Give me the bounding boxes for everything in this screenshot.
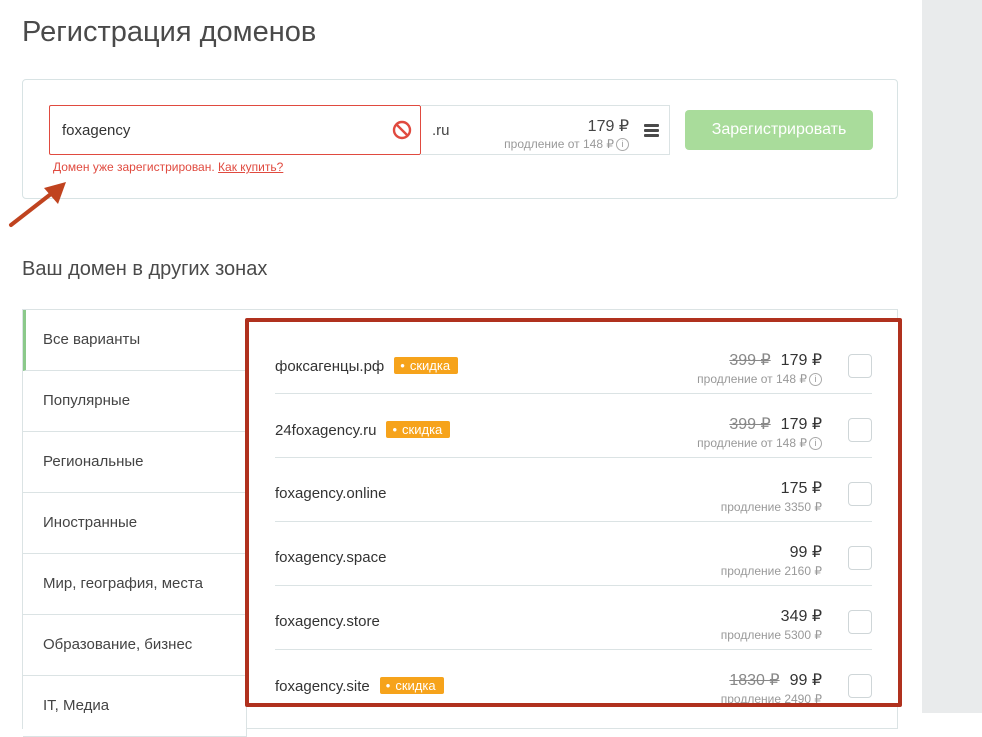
page-title: Регистрация доменов (22, 16, 317, 48)
discount-badge: скидка (386, 421, 451, 438)
price: 179 ₽ (780, 416, 822, 433)
category-item-foreign[interactable]: Иностранные (23, 493, 247, 554)
select-checkbox[interactable] (848, 354, 872, 378)
price-block: 399 ₽ 179 ₽ продление от 148 ₽ i (697, 350, 822, 387)
result-row: фоксагенцы.рфскидка 399 ₽ 179 ₽ продление… (275, 330, 872, 394)
category-item-it-media[interactable]: IT, Медиа (23, 676, 247, 737)
category-item-popular[interactable]: Популярные (23, 371, 247, 432)
price-block: 99 ₽ продление 2160 ₽ (721, 542, 822, 578)
annotation-arrow (9, 182, 66, 227)
domain-input-wrapper (49, 105, 421, 155)
price: 175 ₽ (780, 480, 822, 497)
menu-icon[interactable] (644, 124, 659, 138)
domain-name: foxagency.siteскидка (275, 677, 444, 695)
zone-renewal-price: продление от 148 ₽ i (504, 137, 629, 152)
domain-name: 24foxagency.ruскидка (275, 421, 451, 439)
register-button[interactable]: Зарегистрировать (685, 110, 873, 150)
domain-search-card: .ru 179 ₽ продление от 148 ₽i Зарегистри… (22, 79, 898, 199)
result-row: foxagency.online 175 ₽ продление 3350 ₽ (275, 458, 872, 522)
price: 349 ₽ (780, 608, 822, 625)
right-side-panel (922, 0, 982, 713)
price: 99 ₽ (789, 672, 822, 689)
domain-name: foxagency.store (275, 613, 380, 630)
info-icon[interactable]: i (809, 373, 822, 387)
info-icon[interactable]: i (809, 437, 822, 451)
old-price: 399 ₽ (729, 352, 771, 369)
renewal-price: продление от 148 ₽ (697, 436, 807, 450)
blocked-icon (392, 120, 412, 140)
category-item-geography[interactable]: Мир, география, места (23, 554, 247, 615)
price-block: 175 ₽ продление 3350 ₽ (721, 478, 822, 514)
zone-selector[interactable]: .ru 179 ₽ продление от 148 ₽ i (420, 105, 670, 155)
select-checkbox[interactable] (848, 482, 872, 506)
renewal-price: продление от 148 ₽ (697, 372, 807, 386)
select-checkbox[interactable] (848, 610, 872, 634)
category-item-all[interactable]: Все варианты (23, 310, 247, 371)
select-checkbox[interactable] (848, 418, 872, 442)
category-list: Все варианты Популярные Региональные Ино… (23, 310, 247, 737)
price: 179 ₽ (780, 352, 822, 369)
domain-search-input[interactable] (62, 106, 382, 154)
result-row: foxagency.siteскидка 1830 ₽ 99 ₽ продлени… (275, 650, 872, 706)
how-to-buy-link[interactable]: Как купить? (218, 160, 283, 174)
domain-name: фоксагенцы.рфскидка (275, 357, 459, 375)
section-title: Ваш домен в других зонах (22, 258, 268, 280)
price-block: 1830 ₽ 99 ₽ продление 2490 ₽ (720, 670, 822, 706)
renewal-price: продление 2160 ₽ (720, 564, 822, 578)
domain-name: foxagency.online (275, 485, 387, 502)
discount-badge: скидка (394, 357, 459, 374)
price-block: 349 ₽ продление 5300 ₽ (721, 606, 822, 642)
renewal-price: продление 2490 ₽ (720, 692, 822, 706)
old-price: 1830 ₽ (729, 672, 780, 689)
discount-badge: скидка (379, 677, 444, 694)
select-checkbox[interactable] (848, 546, 872, 570)
result-row: 24foxagency.ruскидка 399 ₽ 179 ₽ продлени… (275, 394, 872, 458)
result-row: foxagency.space 99 ₽ продление 2160 ₽ (275, 522, 872, 586)
domain-name: foxagency.space (275, 549, 387, 566)
price: 99 ₽ (789, 544, 822, 561)
domain-results-list: фоксагенцы.рфскидка 399 ₽ 179 ₽ продление… (245, 318, 902, 707)
old-price: 399 ₽ (729, 416, 771, 433)
category-item-education-business[interactable]: Образование, бизнес (23, 615, 247, 676)
error-text: Домен уже зарегистрирован. (53, 160, 215, 174)
zone-price: 179 ₽ (587, 118, 629, 135)
category-item-regional[interactable]: Региональные (23, 432, 247, 493)
info-icon[interactable]: i (616, 138, 629, 152)
renewal-price: продление 5300 ₽ (720, 628, 822, 642)
select-checkbox[interactable] (848, 674, 872, 698)
renewal-price: продление 3350 ₽ (720, 500, 822, 514)
price-block: 399 ₽ 179 ₽ продление от 148 ₽ i (697, 414, 822, 451)
error-message: Домен уже зарегистрирован. Как купить? (53, 160, 283, 174)
result-row: foxagency.store 349 ₽ продление 5300 ₽ (275, 586, 872, 650)
zone-name: .ru (432, 122, 450, 139)
